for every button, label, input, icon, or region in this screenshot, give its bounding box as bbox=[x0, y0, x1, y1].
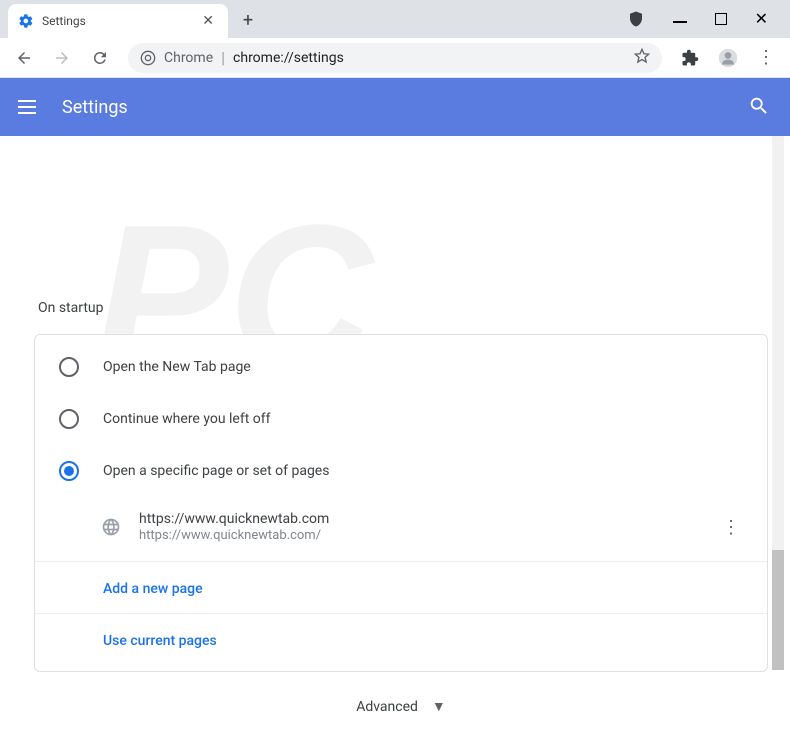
profile-button[interactable] bbox=[712, 42, 744, 74]
star-icon[interactable] bbox=[634, 48, 650, 68]
tab-title: Settings bbox=[42, 14, 190, 28]
search-icon bbox=[748, 95, 770, 117]
section-title: On startup bbox=[34, 300, 768, 316]
back-icon bbox=[15, 49, 33, 67]
reload-button[interactable] bbox=[84, 42, 116, 74]
chrome-icon bbox=[140, 50, 156, 66]
page-title: Settings bbox=[62, 97, 748, 118]
browser-toolbar: Chrome | chrome://settings ⋮ bbox=[0, 38, 790, 78]
radio-icon bbox=[59, 357, 79, 377]
back-button[interactable] bbox=[8, 42, 40, 74]
forward-button[interactable] bbox=[46, 42, 78, 74]
hamburger-icon bbox=[18, 100, 36, 102]
radio-label: Open a specific page or set of pages bbox=[103, 463, 329, 479]
close-icon[interactable]: ✕ bbox=[198, 13, 218, 29]
gear-icon bbox=[18, 13, 34, 29]
window-controls: ✕ bbox=[605, 0, 790, 38]
page-entry-title: https://www.quicknewtab.com bbox=[139, 511, 701, 527]
use-current-link: Use current pages bbox=[103, 633, 217, 649]
shield-icon[interactable] bbox=[627, 10, 645, 28]
settings-search-button[interactable] bbox=[748, 95, 772, 119]
chevron-down-icon: ▼ bbox=[432, 698, 446, 715]
startup-card: Open the New Tab page Continue where you… bbox=[34, 334, 768, 672]
radio-label: Open the New Tab page bbox=[103, 359, 251, 375]
maximize-button[interactable] bbox=[715, 13, 727, 25]
page-info: https://www.quicknewtab.com https://www.… bbox=[139, 511, 701, 543]
advanced-label: Advanced bbox=[356, 699, 418, 715]
reload-icon bbox=[91, 49, 109, 67]
radio-option-newtab[interactable]: Open the New Tab page bbox=[35, 341, 767, 393]
omnibox-divider: | bbox=[221, 48, 225, 67]
radio-option-continue[interactable]: Continue where you left off bbox=[35, 393, 767, 445]
advanced-toggle[interactable]: Advanced ▼ bbox=[34, 672, 768, 735]
omnibox-url: chrome://settings bbox=[233, 50, 626, 66]
add-page-row[interactable]: Add a new page bbox=[35, 561, 767, 613]
omnibox-prefix: Chrome bbox=[164, 50, 213, 66]
use-current-row[interactable]: Use current pages bbox=[35, 613, 767, 665]
window-close-button[interactable]: ✕ bbox=[755, 13, 768, 25]
menu-icon: ⋮ bbox=[757, 49, 775, 67]
add-page-link: Add a new page bbox=[103, 581, 203, 597]
hamburger-button[interactable] bbox=[18, 95, 42, 119]
profile-icon bbox=[718, 48, 738, 68]
minimize-button[interactable] bbox=[673, 15, 687, 23]
radio-icon bbox=[59, 461, 79, 481]
page-entry-url: https://www.quicknewtab.com/ bbox=[139, 528, 701, 543]
radio-label: Continue where you left off bbox=[103, 411, 271, 427]
more-icon: ⋮ bbox=[722, 517, 740, 538]
plus-icon: + bbox=[243, 10, 253, 31]
radio-option-specific[interactable]: Open a specific page or set of pages bbox=[35, 445, 767, 497]
globe-icon bbox=[101, 517, 121, 537]
page-entry-menu-button[interactable]: ⋮ bbox=[719, 517, 743, 538]
content-area: On startup Open the New Tab page Continu… bbox=[6, 272, 790, 755]
settings-header: Settings bbox=[0, 78, 790, 136]
startup-page-entry: https://www.quicknewtab.com https://www.… bbox=[35, 497, 767, 557]
new-tab-button[interactable]: + bbox=[234, 6, 262, 34]
extension-icon bbox=[681, 49, 699, 67]
browser-tab[interactable]: Settings ✕ bbox=[8, 4, 228, 38]
forward-icon bbox=[53, 49, 71, 67]
radio-icon bbox=[59, 409, 79, 429]
omnibox[interactable]: Chrome | chrome://settings bbox=[128, 43, 662, 73]
extensions-button[interactable] bbox=[674, 42, 706, 74]
browser-menu-button[interactable]: ⋮ bbox=[750, 42, 782, 74]
